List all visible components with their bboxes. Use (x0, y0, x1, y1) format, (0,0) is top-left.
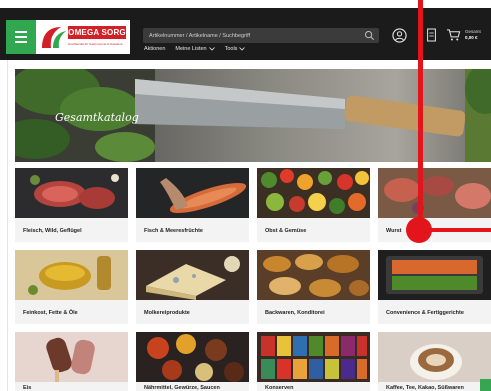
category-image (257, 168, 370, 218)
category-image (136, 332, 249, 382)
chevron-down-icon (239, 47, 246, 51)
category-label: Molkereiprodukte (144, 310, 190, 316)
menu-button[interactable] (6, 20, 36, 54)
category-label: Backwaren, Konditorei (265, 310, 325, 316)
category-label: Konserven (265, 385, 294, 391)
category-label: Eis (23, 385, 32, 391)
list-icon[interactable] (427, 27, 436, 43)
category-tile-fisch[interactable]: Fisch & Meeresfrüchte (136, 168, 249, 242)
category-label: Wurst (386, 228, 402, 234)
search-bar (143, 28, 379, 43)
category-tile-fleisch[interactable]: Fleisch, Wild, Geflügel (15, 168, 128, 242)
category-label: Obst & Gemüse (265, 228, 307, 234)
category-image (15, 250, 128, 300)
nav-item-meine-listen[interactable]: Meine Listen (175, 46, 215, 52)
category-image (378, 332, 491, 382)
nav-item-aktionen[interactable]: Aktionen (144, 46, 165, 52)
category-label: Nährmittel, Gewürze, Saucen (144, 385, 220, 391)
category-image (257, 250, 370, 300)
category-label: Convenience & Fertiggerichte (386, 310, 464, 316)
category-label: Fisch & Meeresfrüchte (144, 228, 203, 234)
annotation-click-marker (406, 217, 432, 243)
category-tile-feinkost[interactable]: Feinkost, Fette & Öle (15, 250, 128, 324)
logo-name: OMEGA SORG (68, 26, 126, 39)
logo-mark-icon (42, 27, 66, 48)
category-tile-eis[interactable]: Eis (15, 332, 128, 391)
category-image (136, 168, 249, 218)
category-tile-naehrmittel[interactable]: Nährmittel, Gewürze, Saucen (136, 332, 249, 391)
category-label: Kaffee, Tee, Kakao, Süßwaren (386, 385, 464, 391)
category-tile-molkerei[interactable]: Molkereiprodukte (136, 250, 249, 324)
category-tile-convenience[interactable]: Convenience & Fertiggerichte (378, 250, 491, 324)
category-image (378, 168, 491, 218)
cart-icon[interactable] (446, 28, 461, 42)
category-image (257, 332, 370, 382)
category-label: Feinkost, Fette & Öle (23, 310, 78, 316)
scroll-to-top-button[interactable] (480, 379, 491, 391)
user-icon[interactable] (392, 28, 407, 43)
category-image (378, 250, 491, 300)
cart-total-value: 0,00 € (465, 35, 478, 40)
search-input[interactable] (143, 28, 363, 43)
cart-total-label: Gesamt (465, 29, 481, 34)
chevron-down-icon (208, 47, 215, 51)
category-image (136, 250, 249, 300)
category-tile-obst[interactable]: Obst & Gemüse (257, 168, 370, 242)
search-icon[interactable] (364, 30, 375, 41)
nav-item-tools[interactable]: Tools (225, 46, 246, 52)
category-label: Fleisch, Wild, Geflügel (23, 228, 82, 234)
banner-title: Gesamtkatalog (55, 111, 139, 124)
category-tile-backwaren[interactable]: Backwaren, Konditorei (257, 250, 370, 324)
category-tile-kaffee[interactable]: Kaffee, Tee, Kakao, Süßwaren (378, 332, 491, 391)
category-image (15, 168, 128, 218)
annotation-vertical-line (418, 0, 423, 236)
menu-icon (15, 31, 27, 43)
category-image (15, 332, 128, 382)
category-tile-konserven[interactable]: Konserven (257, 332, 370, 391)
main-nav: Aktionen Meine Listen Tools (144, 46, 246, 52)
logo-tagline: Großhandel für Gastronomie & Hotellerie (68, 42, 123, 46)
logo[interactable]: OMEGA SORG Großhandel für Gastronomie & … (36, 20, 130, 54)
